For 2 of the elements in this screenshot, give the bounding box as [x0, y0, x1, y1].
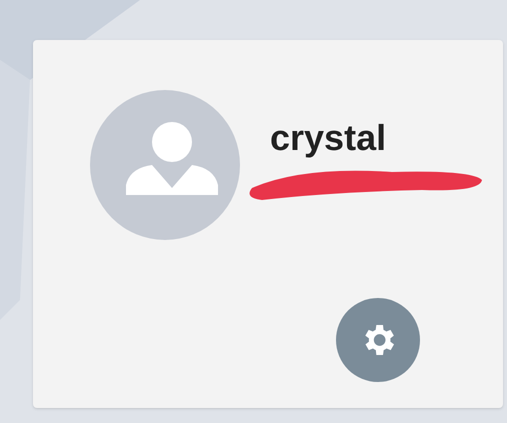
avatar-icon [90, 90, 240, 240]
username: crystal [270, 118, 388, 158]
